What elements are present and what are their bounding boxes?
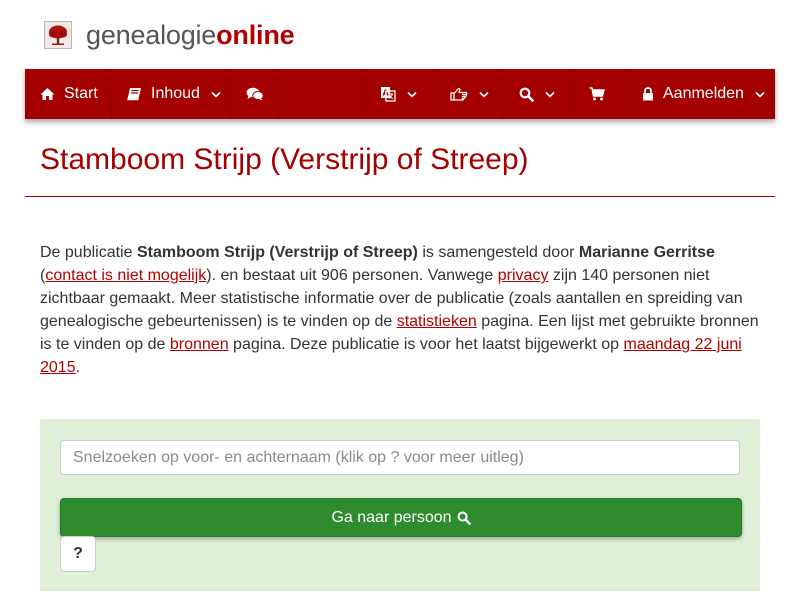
book-icon — [127, 87, 142, 101]
chevron-down-icon — [545, 91, 555, 98]
chevron-down-icon — [407, 91, 417, 98]
intro-text: De publicatie — [40, 244, 137, 261]
main-navbar: Start Inhoud A Aanmelden — [25, 69, 775, 119]
home-icon — [40, 87, 55, 101]
logo-text-genealogie: genealogie — [86, 20, 217, 50]
hand-pointer-icon — [450, 87, 468, 101]
intro-text: pagina. Deze publicatie is voor het laat… — [228, 336, 624, 353]
go-to-person-label: Ga naar persoon — [331, 508, 452, 526]
site-logo[interactable]: genealogieonline — [44, 18, 295, 52]
author-name: Marianne Gerritse — [578, 244, 715, 261]
nav-start[interactable]: Start — [25, 69, 112, 119]
nav-search[interactable] — [504, 69, 574, 119]
statistics-link[interactable]: statistieken — [397, 313, 477, 330]
search-icon — [519, 87, 534, 102]
nav-spacer — [280, 69, 365, 119]
chevron-down-icon — [755, 91, 765, 98]
intro-text: is samengesteld door — [417, 244, 579, 261]
nav-inhoud-label: Inhoud — [151, 85, 200, 102]
chevron-down-icon — [211, 91, 221, 98]
search-icon — [457, 511, 471, 525]
nav-shop[interactable] — [574, 69, 627, 119]
search-help-button[interactable]: ? — [60, 536, 96, 572]
privacy-link[interactable]: privacy — [498, 267, 549, 284]
lock-icon — [642, 87, 654, 101]
quick-search-panel: Ga naar persoon ? — [40, 419, 760, 591]
quick-search-input[interactable] — [60, 440, 740, 475]
title-divider — [25, 196, 775, 197]
language-icon: A — [380, 86, 396, 102]
contact-link[interactable]: contact is niet mogelijk — [45, 267, 206, 284]
logo-text: genealogieonline — [86, 18, 295, 52]
chevron-down-icon — [479, 91, 489, 98]
sources-link[interactable]: bronnen — [170, 336, 229, 353]
tree-icon — [44, 21, 72, 49]
nav-services[interactable] — [435, 69, 504, 119]
publication-name: Stamboom Strijp (Verstrijp of Streep) — [136, 244, 418, 261]
logo-text-online: online — [216, 20, 295, 50]
nav-aanmelden-label: Aanmelden — [663, 85, 744, 102]
page-title: Stamboom Strijp (Verstrijp of Streep) — [40, 143, 529, 176]
intro-text: . — [75, 359, 81, 376]
nav-inhoud[interactable]: Inhoud — [112, 69, 231, 119]
nav-forum[interactable] — [231, 69, 280, 119]
comments-icon — [246, 87, 264, 101]
shopping-cart-icon — [589, 87, 605, 101]
nav-language[interactable]: A — [365, 69, 435, 119]
intro-text: ). en bestaat uit 906 personen. Vanwege — [206, 267, 498, 284]
nav-aanmelden[interactable]: Aanmelden — [627, 69, 775, 119]
publication-intro: De publicatie Stamboom Strijp (Verstrijp… — [40, 241, 768, 379]
go-to-person-button[interactable]: Ga naar persoon — [60, 498, 742, 537]
nav-start-label: Start — [64, 85, 98, 102]
